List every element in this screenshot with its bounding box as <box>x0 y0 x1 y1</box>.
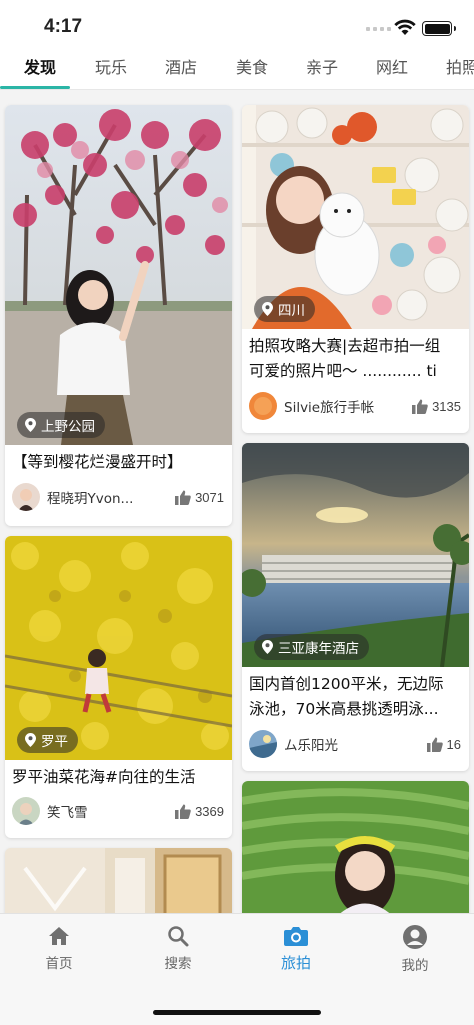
thumbs-up-icon <box>175 804 191 819</box>
location-pin-icon <box>262 640 273 654</box>
status-bar: 4:17 <box>0 0 474 50</box>
category-tabs: 发现 玩乐 酒店 美食 亲子 网红 拍照 <box>0 50 474 90</box>
card-title: 拍照攻略大赛|去超市拍一组 <box>249 337 441 355</box>
card-title-line-2: 可爱的照片吧～ ............ ti <box>249 362 437 380</box>
profile-icon <box>403 925 427 949</box>
card-meta: 程晓玥Yvon... 3071 <box>12 482 224 512</box>
photo-feed[interactable]: 上野公园 【等到樱花烂漫盛开时】 程晓玥Yvon... 3071 罗平 罗平油菜… <box>0 91 474 913</box>
avatar[interactable] <box>12 483 40 511</box>
location-pin-icon <box>25 418 36 432</box>
nav-home[interactable]: 首页 <box>19 924 99 972</box>
card-photo[interactable] <box>5 848 232 913</box>
like-count[interactable]: 3369 <box>175 804 224 819</box>
card-meta: Silvie旅行手帐 3135 <box>249 391 461 421</box>
card-photo[interactable] <box>5 105 232 445</box>
avatar[interactable] <box>249 392 277 420</box>
tab-photo[interactable]: 拍照 <box>446 54 474 78</box>
tab-food[interactable]: 美食 <box>236 54 268 78</box>
card-photo[interactable] <box>242 781 469 913</box>
feed-card[interactable]: 上野公园 【等到樱花烂漫盛开时】 程晓玥Yvon... 3071 <box>5 105 232 526</box>
home-indicator <box>153 1010 321 1015</box>
nav-profile[interactable]: 我的 <box>375 924 455 974</box>
tab-trending[interactable]: 网红 <box>376 54 408 78</box>
avatar[interactable] <box>12 797 40 825</box>
feed-card[interactable]: 罗平 罗平油菜花海#向往的生活 笑飞雪 3369 <box>5 536 232 838</box>
location-badge: 三亚康年酒店 <box>254 634 369 660</box>
location-badge: 四川 <box>254 296 315 322</box>
card-title: 【等到樱花烂漫盛开时】 <box>12 453 183 471</box>
tab-play[interactable]: 玩乐 <box>95 54 127 78</box>
tab-discover[interactable]: 发现 <box>24 54 56 78</box>
like-count[interactable]: 3135 <box>412 399 461 414</box>
card-title: 罗平油菜花海#向往的生活 <box>12 768 196 786</box>
battery-icon <box>422 21 456 36</box>
wifi-icon <box>394 19 416 35</box>
card-title: 国内首创1200平米，无边际 <box>249 675 444 693</box>
feed-card[interactable] <box>5 848 232 913</box>
author-name[interactable]: Silvie旅行手帐 <box>284 396 412 416</box>
thumbs-up-icon <box>426 737 443 752</box>
like-count[interactable]: 16 <box>426 737 461 752</box>
card-meta: ム乐阳光 16 <box>249 729 461 759</box>
tab-family[interactable]: 亲子 <box>306 54 338 78</box>
location-pin-icon <box>25 733 36 747</box>
author-name[interactable]: ム乐阳光 <box>284 734 427 754</box>
nav-travel-photo[interactable]: 旅拍 <box>256 924 336 973</box>
location-pin-icon <box>262 302 273 316</box>
active-tab-indicator <box>0 86 70 89</box>
location-badge: 罗平 <box>17 727 78 753</box>
author-name[interactable]: 笑飞雪 <box>47 801 175 821</box>
author-name[interactable]: 程晓玥Yvon... <box>47 487 175 507</box>
thumbs-up-icon <box>175 490 191 505</box>
avatar[interactable] <box>249 730 277 758</box>
feed-card[interactable]: 三亚康年酒店 国内首创1200平米，无边际 泳池，70米高悬挑透明泳... ム乐… <box>242 443 469 771</box>
like-count[interactable]: 3071 <box>175 490 224 505</box>
thumbs-up-icon <box>412 399 428 414</box>
camera-icon <box>284 927 308 946</box>
card-title-line-2: 泳池，70米高悬挑透明泳... <box>249 700 439 718</box>
bottom-nav: 首页 搜索 旅拍 我的 <box>0 913 474 1025</box>
nav-search[interactable]: 搜索 <box>138 924 218 972</box>
location-badge: 上野公园 <box>17 412 105 438</box>
status-time: 4:17 <box>44 16 83 37</box>
tab-hotel[interactable]: 酒店 <box>165 54 197 78</box>
search-icon <box>168 926 189 947</box>
feed-card[interactable] <box>242 781 469 913</box>
feed-card[interactable]: 四川 拍照攻略大赛|去超市拍一组 可爱的照片吧～ ............ ti… <box>242 105 469 433</box>
home-icon <box>49 927 69 945</box>
card-meta: 笑飞雪 3369 <box>12 796 224 826</box>
signal-icon <box>366 27 391 31</box>
